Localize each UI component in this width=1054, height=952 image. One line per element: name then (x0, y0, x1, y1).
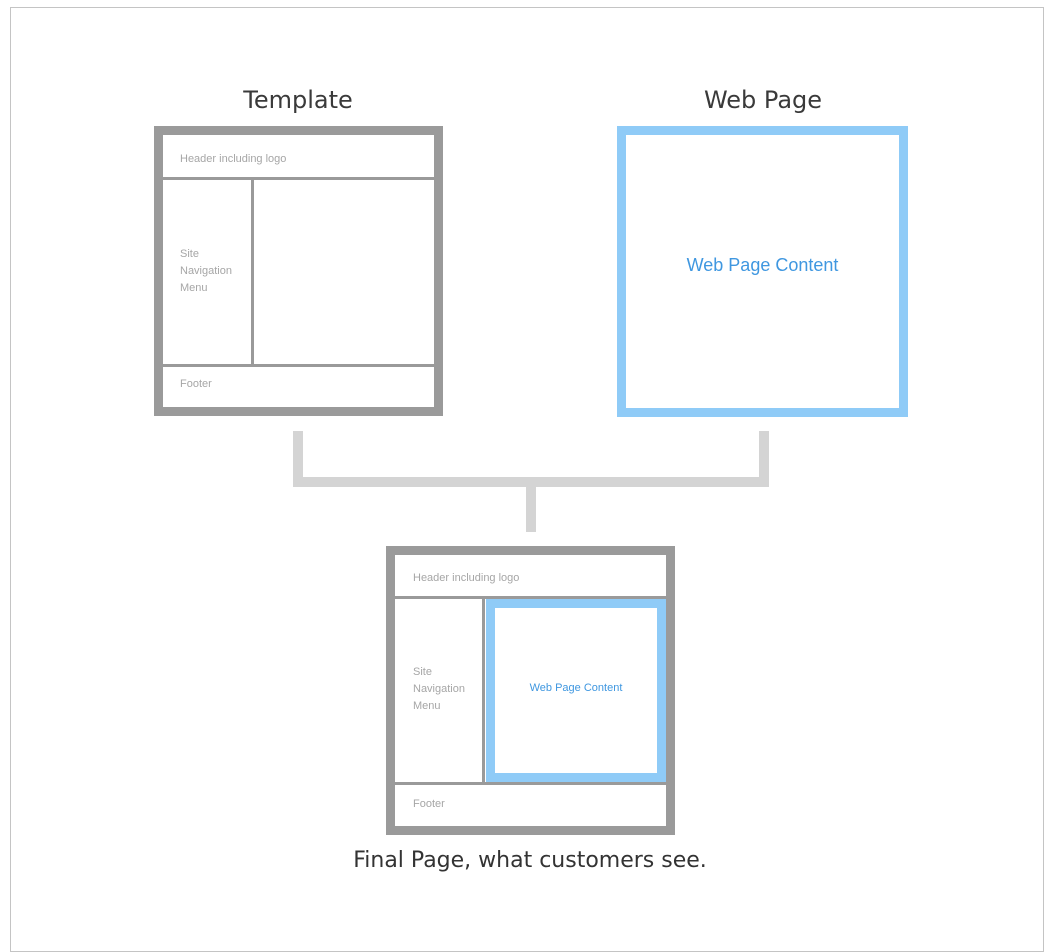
template-footer-label: Footer (180, 378, 212, 390)
final-nav-line: Menu (413, 700, 441, 712)
final-content-label: Web Page Content (529, 682, 623, 694)
final-footer-divider (395, 782, 666, 785)
web-page-title: Web Page (703, 86, 823, 114)
final-nav-line: Navigation (413, 683, 465, 695)
template-nav-line: Menu (180, 282, 208, 294)
template-nav-line: Site (180, 248, 199, 260)
final-page-caption: Final Page, what customers see. (353, 848, 707, 873)
web-page-content-label: Web Page Content (686, 255, 839, 275)
connector-crossbar (293, 477, 769, 487)
template-nav-label: Site Navigation Menu (180, 246, 232, 297)
template-nav-line: Navigation (180, 265, 232, 277)
final-nav-line: Site (413, 666, 432, 678)
template-nav-divider (251, 180, 254, 365)
final-header-label: Header including logo (413, 572, 520, 584)
template-title: Template (243, 86, 353, 114)
final-nav-divider (482, 599, 485, 783)
template-footer-divider (163, 364, 434, 367)
template-header-label: Header including logo (180, 153, 287, 165)
final-nav-label: Site Navigation Menu (413, 664, 465, 715)
final-footer-label: Footer (413, 798, 445, 810)
connector-center-drop (526, 487, 536, 532)
template-header-divider (163, 177, 434, 180)
